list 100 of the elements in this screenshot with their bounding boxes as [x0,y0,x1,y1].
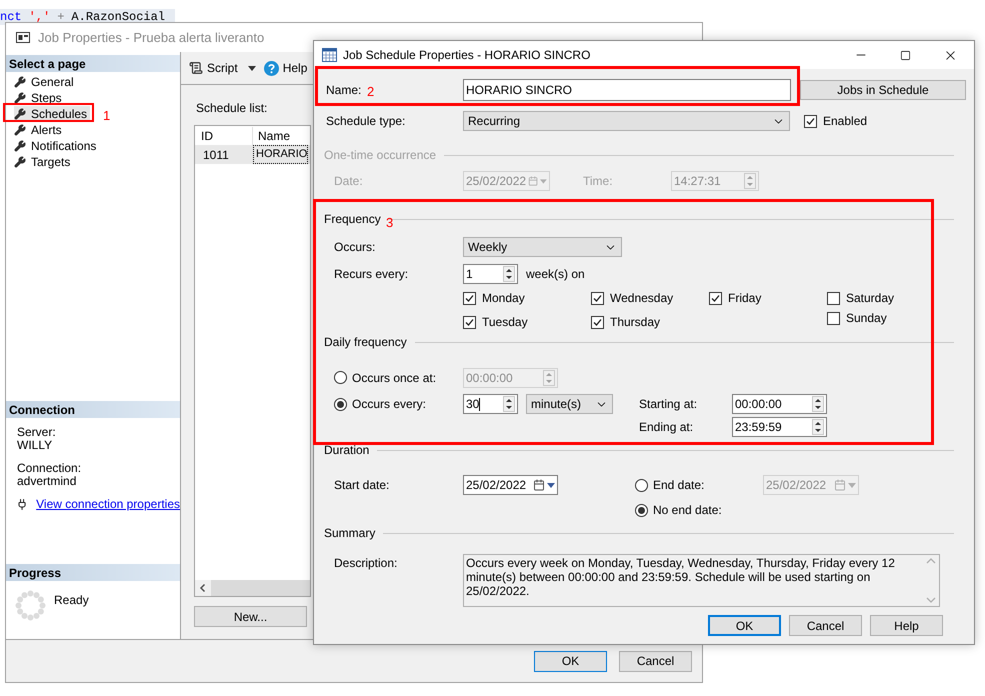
spin-arrows-icon[interactable] [812,419,824,435]
field-label: Date: [334,174,363,188]
wrench-icon [14,140,26,152]
scroll-left-icon[interactable] [195,580,211,596]
plug-icon [16,498,28,511]
page-item[interactable]: Targets [14,154,74,170]
code-token: A.RazonSocial [71,9,166,26]
connection-link[interactable]: View connection properties [36,498,180,511]
server-name: WILLY [17,439,54,452]
calendar-icon [834,479,846,491]
field-label: Description: [334,556,398,570]
radio-label: No end date: [653,502,722,519]
radio-label: Occurs every: [352,396,426,413]
field-label: Ending at: [639,419,694,436]
field-label: Recurs every: [334,267,408,281]
annotation-number: 1 [103,107,110,125]
field-label: Name: [326,83,362,97]
calendar-icon [533,479,545,491]
dialog-title: Job Schedule Properties - HORARIO SINCRO [343,47,592,64]
checkbox[interactable] [827,292,840,304]
page-item[interactable]: General [14,74,77,90]
script-icon [189,61,203,75]
occurs-select[interactable]: Weekly [463,237,622,257]
spin-arrows-icon[interactable] [503,266,515,282]
progress-spinner-icon [15,590,46,621]
checkbox[interactable] [591,316,604,328]
checkbox[interactable] [591,292,604,304]
page-item[interactable]: Steps [14,90,65,106]
schedule-type-select[interactable]: Recurring [463,111,790,131]
unit-select[interactable]: minute(s) [526,394,613,414]
radio-button[interactable] [635,504,648,516]
code-token: ',' [28,9,50,26]
time-spinner[interactable]: 00:00:00 [732,394,827,414]
checkbox-label: Friday [728,290,762,307]
field-label: Occurs: [334,240,376,254]
check-icon [805,116,816,126]
check-icon [710,292,721,304]
window-title: Job Properties - Prueba alerta liveranto [38,28,264,47]
wrench-icon [14,124,26,136]
help-icon [264,60,279,76]
dropdown-arrow-icon[interactable] [248,66,256,70]
checkbox[interactable] [827,312,840,324]
checkbox-label: Saturday [846,290,894,307]
wrench-icon [14,76,26,88]
dialog-button[interactable]: OK [708,615,781,636]
wrench-icon [14,92,26,104]
radio-label: End date: [653,477,704,494]
checkbox-label: Thursday [610,314,660,331]
schedule-list-label: Schedule list: [196,100,268,117]
checkbox[interactable] [804,114,817,128]
connection-name: advertmind [17,475,78,488]
checkbox[interactable] [463,316,476,328]
schedule-row[interactable]: 1011 HORARIO [195,145,310,164]
check-icon [464,292,475,304]
maximize-icon[interactable] [900,50,911,60]
page-item[interactable]: Alerts [14,122,65,138]
date-picker[interactable]: 25/02/2022 [463,475,558,495]
server-label: Server: [17,426,57,439]
description-box: Occurs every week on Monday, Tuesday, Wednesday, Thursday, Friday every 12 minute(s) between 00:00:00 and 23:59:59. Schedule will be used starting on 25/02/2022. [463,554,940,607]
dialog-button[interactable]: Help [870,615,943,636]
check-icon [592,316,603,328]
pane-header: Select a page [9,56,86,72]
new-button[interactable]: New... [194,606,307,627]
script-button[interactable]: Script [189,59,238,77]
code-token: + [57,9,64,26]
page-item[interactable]: Notifications [14,138,100,154]
checkbox[interactable] [463,292,476,304]
help-button[interactable]: Help [264,59,308,77]
dropdown-arrow-icon [547,482,555,488]
cancel-button[interactable]: Cancel [619,650,692,672]
jobs-in-schedule-button[interactable]: Jobs in Schedule [800,80,966,100]
checkbox-label: Enabled [823,113,868,130]
wrench-icon [14,108,26,120]
connection-label: Connection: [17,462,82,475]
recurs-spinner[interactable]: 1 [463,264,518,284]
radio-button[interactable] [334,398,347,410]
checkbox-label: Tuesday [482,314,528,331]
pane-header: Progress [9,564,62,582]
time-spinner[interactable]: 23:59:59 [732,417,827,437]
code-token: nct [0,9,22,26]
interval-spinner[interactable]: 30 [463,394,518,414]
radio-label: Occurs once at: [352,370,436,386]
wrench-icon [14,156,26,168]
unit-label: week(s) on [526,266,585,283]
section-header: Daily frequency [324,334,407,351]
spin-arrows-icon[interactable] [812,396,824,412]
column-header[interactable]: Name [253,126,290,144]
check-icon [464,316,475,328]
dialog-button[interactable]: Cancel [789,615,862,636]
spin-arrows-icon[interactable] [503,396,515,412]
checkbox-label: Wednesday [610,290,674,307]
checkbox-label: Monday [482,290,525,307]
field-label: Schedule type: [326,114,406,128]
calendar-icon [528,175,538,187]
check-icon [592,292,603,304]
checkbox[interactable] [709,292,722,304]
field-label: Time: [583,174,613,188]
name-field[interactable]: HORARIO SINCRO [463,79,791,101]
section-header: One-time occurrence [324,147,436,164]
ok-button[interactable]: OK [534,650,607,672]
